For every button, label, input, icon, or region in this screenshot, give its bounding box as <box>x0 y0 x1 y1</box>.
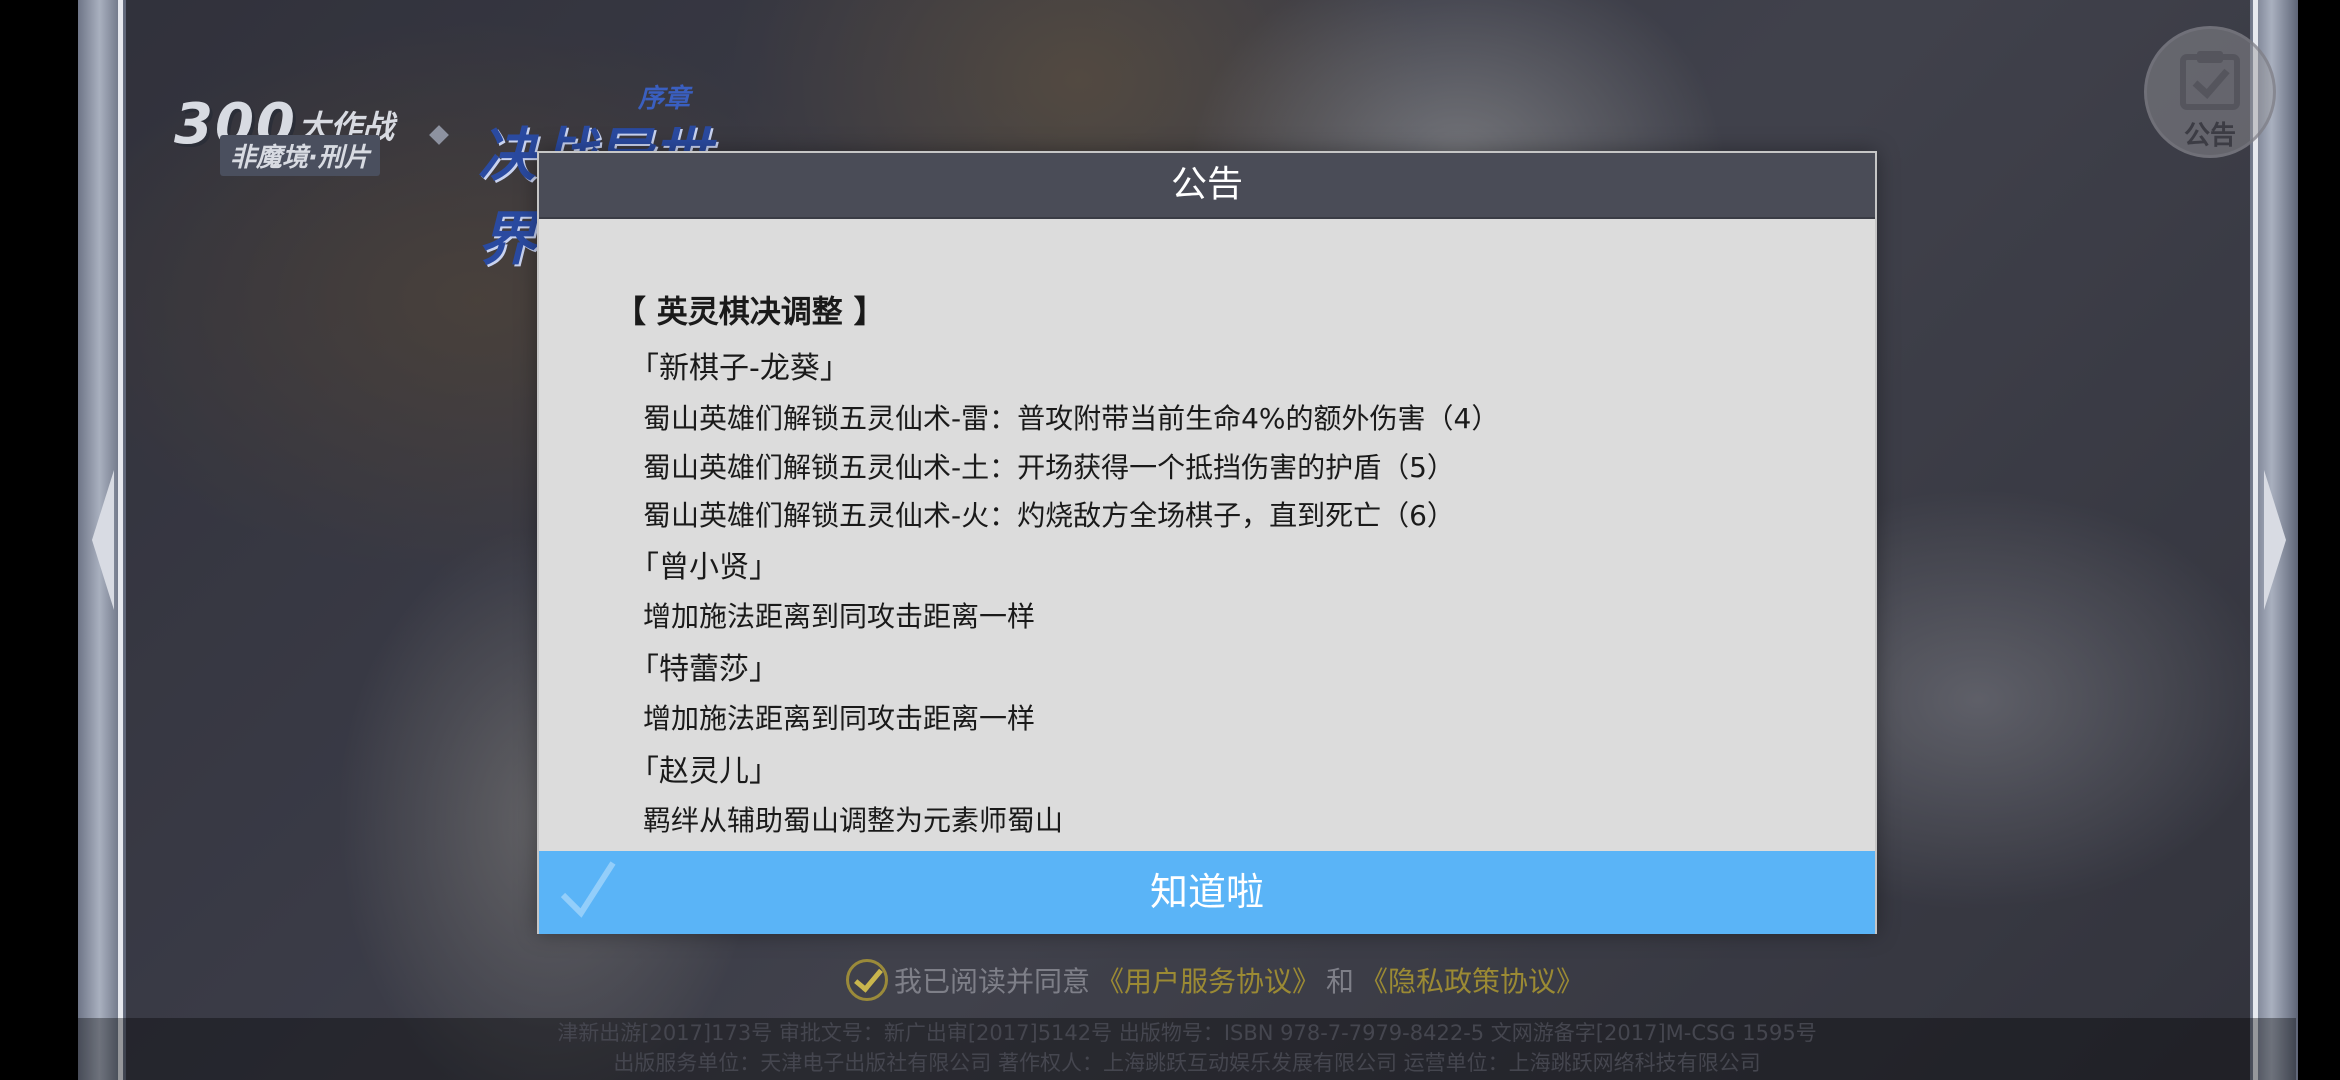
logo-juezhan-tag: 序章 <box>638 84 691 114</box>
announcement-subtitle: 「曾小贤」 <box>629 550 779 585</box>
copyright-line-2: 出版服务单位：天津电子出版社有限公司 著作权人：上海跳跃互动娱乐发展有限公司 运… <box>613 1051 1761 1075</box>
agreement-row: 我已阅读并同意 《用户服务协议》 和 《隐私政策协议》 <box>846 955 1584 1005</box>
announcement-line: 蜀山英雄们解锁五灵仙术-雷：普攻附带当前生命4%的额外伤害（4） <box>643 402 1500 435</box>
right-letterbox <box>2296 0 2340 1080</box>
copyright-line-1: 津新出游[2017]173号 审批文号：新广出审[2017]5142号 出版物号… <box>557 1021 1817 1045</box>
announcement-subtitle: 「赵灵儿」 <box>629 754 779 789</box>
agreement-conjunction: 和 <box>1326 965 1355 998</box>
announcement-section-title: 【 英灵棋决调整 】 <box>615 294 885 331</box>
dialog-header: 公告 <box>539 153 1875 219</box>
confirm-button[interactable]: 知道啦 <box>539 851 1875 934</box>
left-frame-rail <box>118 0 123 1080</box>
announcement-line: 增加施法距离到同攻击距离一样 <box>643 702 1036 735</box>
announcement-dialog: 公告 【 英灵棋决调整 】 「新棋子-龙葵」 蜀山英雄们解锁五灵仙术-雷：普攻附… <box>537 151 1877 934</box>
agreement-prefix: 我已阅读并同意 <box>894 965 1091 998</box>
logo-300-subtitle: 非魔境·刑片 <box>220 135 380 176</box>
announcement-line: 增加施法距离到同攻击距离一样 <box>643 600 1036 633</box>
user-service-agreement-link[interactable]: 《用户服务协议》 <box>1096 960 1320 1000</box>
privacy-policy-link[interactable]: 《隐私政策协议》 <box>1360 960 1584 1000</box>
left-letterbox <box>0 0 78 1080</box>
left-side-frame <box>78 0 126 1080</box>
right-side-frame <box>2250 0 2298 1080</box>
announcement-subtitle: 「新棋子-龙葵」 <box>629 351 850 386</box>
confirm-button-label: 知道啦 <box>1149 870 1264 914</box>
announcement-line: 羁绊从辅助蜀山调整为元素师蜀山 <box>643 804 1064 837</box>
right-arrow-icon <box>2264 470 2286 610</box>
announcement-line: 蜀山英雄们解锁五灵仙术-火：灼烧敌方全场棋子，直到死亡（6） <box>643 499 1455 532</box>
agreement-checkbox[interactable] <box>846 959 888 1001</box>
clipboard-check-icon <box>2180 51 2240 110</box>
copyright-footer: 津新出游[2017]173号 审批文号：新广出审[2017]5142号 出版物号… <box>78 1018 2296 1080</box>
notice-button[interactable]: 公告 <box>2144 26 2276 158</box>
game-screen: 300 大作战 非魔境·刑片 决战异世界 序章 公告 我已阅读并同意 《用户服务… <box>0 0 2340 1080</box>
announcement-line: 蜀山英雄们解锁五灵仙术-土：开场获得一个抵挡伤害的护盾（5） <box>643 451 1455 484</box>
announcement-content[interactable]: 【 英灵棋决调整 】 「新棋子-龙葵」 蜀山英雄们解锁五灵仙术-雷：普攻附带当前… <box>539 219 1875 851</box>
right-frame-rail <box>2253 0 2258 1080</box>
announcement-subtitle: 「特蕾莎」 <box>629 652 779 687</box>
notice-button-label: 公告 <box>2183 121 2236 151</box>
game-logo-300: 300 大作战 非魔境·刑片 <box>168 40 408 190</box>
dialog-title: 公告 <box>1170 164 1243 205</box>
left-arrow-icon <box>92 470 114 610</box>
